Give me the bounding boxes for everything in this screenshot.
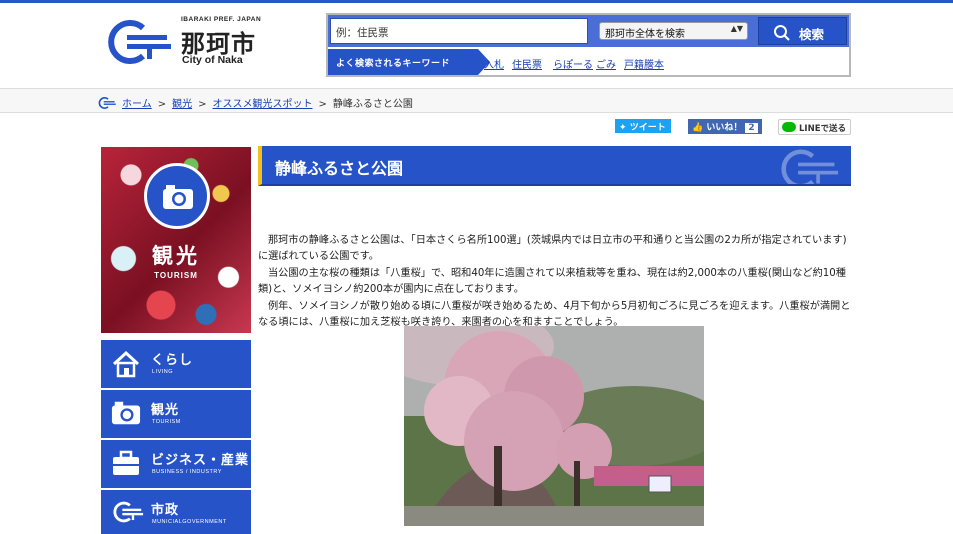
hero-circle [144,163,210,229]
breadcrumb-separator: > [157,99,167,110]
line-share-button[interactable]: LINEで送る [778,119,851,135]
category-hero-banner[interactable]: 観光 TOURISM [101,147,251,333]
search-input[interactable]: 例：住民票 [330,18,588,44]
search-panel: 例：住民票 那珂市全体を検索 ▲▼ 検索 よく検索されるキーワード 入札 住民票… [326,13,851,77]
like-label: いいね！ [706,123,743,133]
sidebar-item-sublabel: MUNICIALGOVERNMENT [152,519,227,525]
search-scope-value: 那珂市全体を検索 [605,29,685,40]
keyword-link[interactable]: らぽーる [553,56,593,71]
keyword-link[interactable]: 住民票 [512,56,542,71]
breadcrumb-link-tourism[interactable]: 観光 [172,99,192,110]
search-button[interactable]: 検索 [758,17,847,45]
sidebar-item-business[interactable]: ビジネス・産業 BUSINESS / INDUSTRY [101,440,251,488]
search-scope-select[interactable]: 那珂市全体を検索 ▲▼ [599,22,748,40]
breadcrumb-separator: > [318,99,327,110]
city-logo-watermark-icon [781,149,839,184]
sidebar-item-tourism[interactable]: 観光 TOURISM [101,390,251,438]
tweet-button[interactable]: ✦ ツイート [615,119,671,133]
logo-city-name-en: City of Naka [182,54,243,66]
hero-title: 観光 [152,244,200,268]
hero-subtitle: TOURISM [154,271,198,280]
city-logo-icon [113,501,144,523]
city-logo-icon [98,97,116,109]
logo-pref-text: IBARAKI PREF. JAPAN [181,16,262,23]
city-logo-icon [108,20,171,64]
breadcrumb-bar: ホーム > 観光 > オススメ観光スポット > 静峰ふるさと公園 [0,88,953,113]
line-label: LINEで送る [799,124,846,134]
breadcrumb-link-home[interactable]: ホーム [122,99,152,110]
city-logo[interactable]: IBARAKI PREF. JAPAN 那珂市 City of Naka [103,14,263,70]
park-photo [404,326,704,526]
camera-icon [163,185,193,209]
sidebar-item-sublabel: TOURISM [152,419,181,425]
search-button-label: 検索 [799,27,825,42]
briefcase-icon [113,450,139,475]
like-count: 2 [745,123,758,133]
sidebar-item-government[interactable]: 市政 MUNICIALGOVERNMENT [101,490,251,534]
article-body: 那珂市の静峰ふるさと公園は、「日本さくら名所100選」(茨城県内では日立市の平和… [258,233,851,331]
keyword-link[interactable]: 入札 [484,56,504,71]
popular-keywords: よく検索されるキーワード 入札 住民票 らぽーる ごみ 戸籍謄本 [328,49,849,75]
select-arrows-icon: ▲▼ [730,24,743,33]
sidebar-item-label: くらし [151,353,194,368]
cherry-blossom-photo-illustration [404,326,704,526]
line-icon [782,122,796,132]
thumbs-up-icon: 👍 [692,123,704,133]
article-paragraph: 那珂市の静峰ふるさと公園は、「日本さくら名所100選」(茨城県内では日立市の平和… [258,235,847,263]
twitter-bird-icon: ✦ [619,123,627,133]
breadcrumb: ホーム > 観光 > オススメ観光スポット > 静峰ふるさと公園 [96,95,413,110]
breadcrumb-separator: > [198,99,207,110]
article-paragraph: 当公園の主な桜の種類は「八重桜」で、昭和40年に造園されて以来植栽等を重ね、現在… [258,267,846,296]
sidebar-item-label: ビジネス・産業 [151,453,250,468]
sidebar-item-label: 観光 [151,403,180,418]
sidebar-item-living[interactable]: くらし LIVING [101,340,251,388]
popular-keywords-label: よく検索されるキーワード [328,49,490,75]
house-icon [112,350,140,378]
tweet-label: ツイート [629,123,666,133]
sidebar-item-sublabel: BUSINESS / INDUSTRY [152,469,222,475]
search-bar: 例：住民票 那珂市全体を検索 ▲▼ 検索 [328,15,849,47]
sidebar-item-label: 市政 [151,503,180,518]
sidebar-item-sublabel: LIVING [152,369,174,375]
facebook-like-button[interactable]: 👍 いいね！ 2 [688,119,762,134]
breadcrumb-link-spots[interactable]: オススメ観光スポット [212,99,312,110]
search-icon [774,25,790,41]
breadcrumb-current: 静峰ふるさと公園 [332,99,413,110]
top-accent-line [0,0,953,3]
page-title: 静峰ふるさと公園 [275,159,404,178]
keyword-link[interactable]: ごみ [596,56,616,71]
page-title-banner: 静峰ふるさと公園 [258,146,851,186]
keyword-link[interactable]: 戸籍謄本 [624,56,664,71]
camera-icon [111,401,141,425]
